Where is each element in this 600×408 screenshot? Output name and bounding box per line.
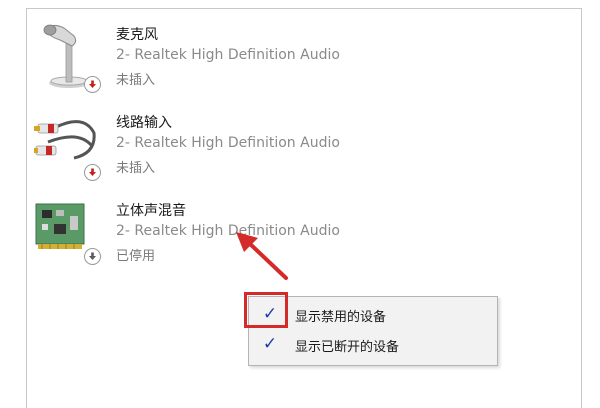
device-status: 已停用	[116, 249, 156, 264]
down-arrow-badge-icon	[84, 248, 101, 265]
device-driver: 2- Realtek High Definition Audio	[116, 135, 340, 151]
menu-item-label: 显示禁用的设备	[295, 310, 387, 325]
menu-item-show-disconnected-devices[interactable]: ✓ 显示已断开的设备	[249, 331, 497, 359]
device-name: 麦克风	[116, 27, 158, 43]
down-arrow-badge-icon	[84, 164, 101, 181]
device-driver: 2- Realtek High Definition Audio	[116, 47, 340, 63]
menu-item-label: 显示已断开的设备	[295, 340, 400, 355]
checkmark-icon: ✓	[262, 334, 278, 354]
device-status: 未插入	[116, 73, 156, 88]
device-microphone[interactable]: 麦克风 2- Realtek High Definition Audio 未插入	[34, 20, 514, 110]
device-name: 线路输入	[116, 115, 172, 131]
device-line-in[interactable]: 线路输入 2- Realtek High Definition Audio 未插…	[34, 108, 514, 198]
annotation-arrow-icon	[236, 232, 288, 280]
device-name: 立体声混音	[116, 203, 186, 219]
annotation-highlight-box	[244, 292, 288, 328]
device-status: 未插入	[116, 161, 156, 176]
down-arrow-badge-icon	[84, 76, 101, 93]
